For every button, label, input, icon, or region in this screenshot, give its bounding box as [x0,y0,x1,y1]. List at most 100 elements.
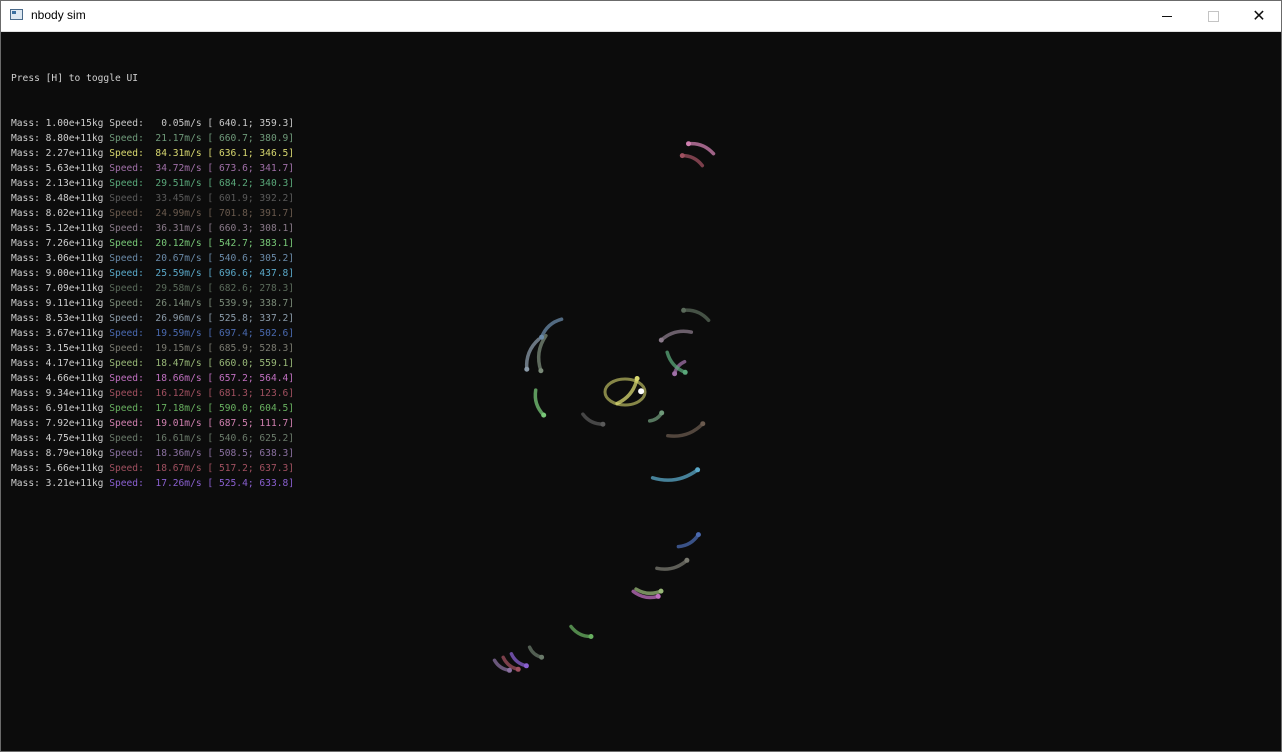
mass-label: Mass: [11,178,46,189]
body-info-row: Mass: 3.06e+11kg Speed: 20.67m/s [ 540.6… [11,251,294,266]
close-button[interactable]: ✕ [1236,1,1282,31]
maximize-button[interactable] [1190,1,1236,31]
body-position-x: 685.9; [218,343,260,354]
minimize-button[interactable] [1144,1,1190,31]
body-mass: 3.06e+11kg [45,253,110,264]
body-position-y: 111.7 [259,418,289,429]
body-speed: 26.14m/s [149,298,208,309]
body-trail [539,317,564,339]
body-info-row: Mass: 4.75e+11kg Speed: 16.61m/s [ 540.6… [11,431,294,446]
position-open-bracket: [ [207,313,219,324]
body-position-y: 625.2 [259,433,289,444]
body-point [679,153,685,159]
body-mass: 3.21e+11kg [45,478,110,489]
body-trail [686,141,716,156]
body-mass: 8.02e+11kg [45,208,110,219]
body-mass: 2.27e+11kg [45,148,110,159]
speed-label: Speed: [109,328,150,339]
body-info-row: Mass: 2.27e+11kg Speed: 84.31m/s [ 636.1… [11,146,294,161]
body-speed: 17.18m/s [149,403,208,414]
body-mass: 7.26e+11kg [45,238,110,249]
position-close-bracket: ] [288,253,295,264]
body-position-y: 637.3 [259,463,289,474]
app-window-icon [10,9,23,20]
body-info-row: Mass: 8.79e+10kg Speed: 18.36m/s [ 508.5… [11,446,294,461]
mass-label: Mass: [11,268,46,279]
position-close-bracket: ] [288,448,295,459]
mass-label: Mass: [11,313,46,324]
body-speed: 16.12m/s [149,388,208,399]
speed-label: Speed: [109,238,150,249]
body-speed: 19.01m/s [149,418,208,429]
mass-label: Mass: [11,163,46,174]
position-open-bracket: [ [207,208,219,219]
body-mass: 8.53e+11kg [45,313,110,324]
position-open-bracket: [ [207,328,219,339]
body-speed: 84.31m/s [149,148,208,159]
position-close-bracket: ] [288,193,295,204]
mass-label: Mass: [11,343,46,354]
mass-label: Mass: [11,193,46,204]
speed-label: Speed: [109,208,150,219]
body-point [655,593,661,599]
body-info-row: Mass: 4.66e+11kg Speed: 18.66m/s [ 657.2… [11,371,294,386]
toggle-ui-hint: Press [H] to toggle UI [11,73,139,84]
body-point [539,334,545,340]
body-position-x: 660.7; [218,133,260,144]
body-point [539,654,545,660]
body-mass: 1.00e+15kg [45,118,110,129]
title-bar[interactable]: nbody sim ✕ [1,1,1281,32]
body-trail [536,333,548,373]
body-position-x: 640.1; [218,118,260,129]
position-close-bracket: ] [288,478,295,489]
position-open-bracket: [ [207,343,219,354]
body-info-row: Mass: 5.63e+11kg Speed: 34.72m/s [ 673.6… [11,161,294,176]
position-open-bracket: [ [207,268,219,279]
body-speed: 19.59m/s [149,328,208,339]
body-mass: 9.11e+11kg [45,298,110,309]
info-overlay: Press [H] to toggle UI Mass: 1.00e+15kg … [11,41,294,521]
body-mass: 5.66e+11kg [45,463,110,474]
body-speed: 0.05m/s [149,118,208,129]
body-info-row: Mass: 5.12e+11kg Speed: 36.31m/s [ 660.3… [11,221,294,236]
body-mass: 7.92e+11kg [45,418,110,429]
position-open-bracket: [ [207,133,219,144]
body-point [686,141,691,147]
body-speed: 16.61m/s [149,433,208,444]
body-position-x: 673.6; [218,163,260,174]
body-speed: 34.72m/s [149,163,208,174]
body-speed: 25.59m/s [149,268,208,279]
speed-label: Speed: [109,298,150,309]
body-speed: 26.96m/s [149,313,208,324]
speed-label: Speed: [109,433,150,444]
body-position-x: 660.3; [218,223,260,234]
body-info-row: Mass: 1.00e+15kg Speed: 0.05m/s [ 640.1;… [11,116,294,131]
mass-label: Mass: [11,448,46,459]
body-point [538,368,544,374]
body-trail [655,558,689,571]
body-info-row: Mass: 8.48e+11kg Speed: 33.45m/s [ 601.9… [11,191,294,206]
mass-label: Mass: [11,403,46,414]
mass-label: Mass: [11,478,46,489]
body-point [695,532,701,538]
body-speed: 20.12m/s [149,238,208,249]
speed-label: Speed: [109,223,150,234]
position-open-bracket: [ [207,418,219,429]
position-close-bracket: ] [288,178,295,189]
body-mass: 9.34e+11kg [45,388,110,399]
simulation-canvas[interactable]: Press [H] to toggle UI Mass: 1.00e+15kg … [1,32,1281,751]
position-close-bracket: ] [288,463,295,474]
body-position-y: 383.1 [259,238,289,249]
speed-label: Speed: [109,148,150,159]
mass-label: Mass: [11,418,46,429]
body-position-x: 525.4; [218,478,260,489]
body-point [700,421,706,427]
body-position-x: 517.2; [218,463,260,474]
body-position-y: 308.1 [259,223,289,234]
body-info-row: Mass: 2.13e+11kg Speed: 29.51m/s [ 684.2… [11,176,294,191]
position-close-bracket: ] [288,418,295,429]
body-trail [634,587,663,596]
body-position-y: 338.7 [259,298,289,309]
position-close-bracket: ] [288,328,295,339]
body-point [507,667,512,673]
